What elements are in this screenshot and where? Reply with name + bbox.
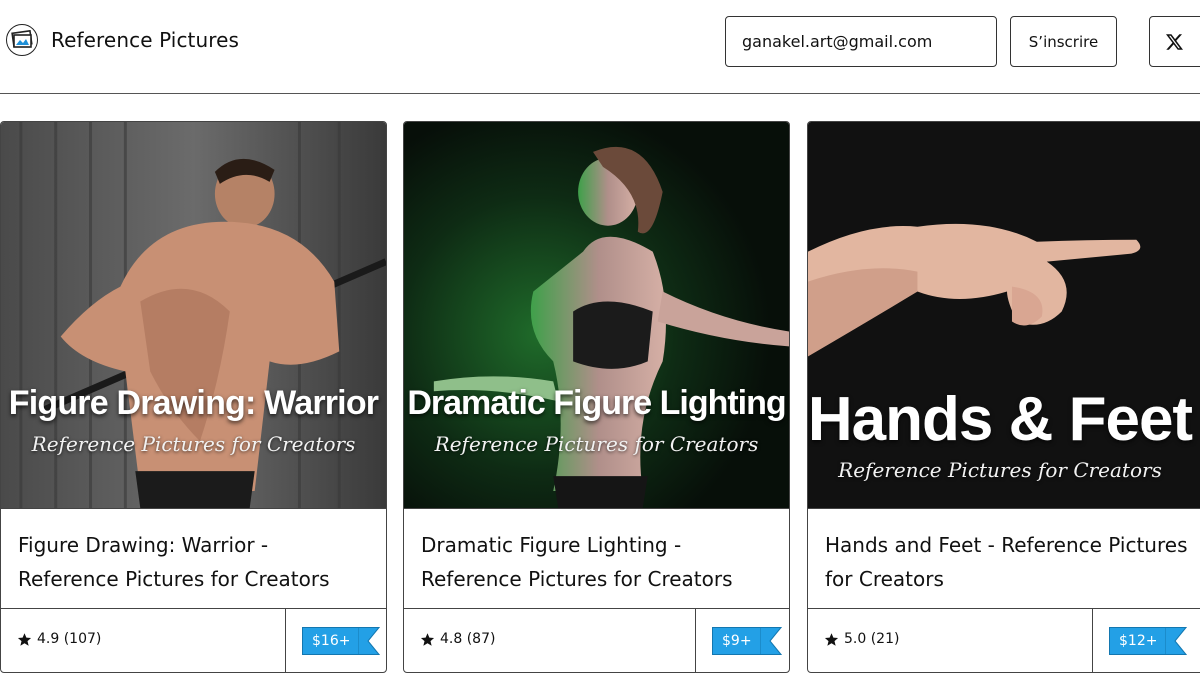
site-title: Reference Pictures xyxy=(51,28,240,52)
photo-frame-logo-icon xyxy=(6,24,38,56)
cover-subtitle: Reference Pictures for Creators xyxy=(31,432,356,456)
star-icon xyxy=(824,632,839,646)
product-name[interactable]: Hands and Feet - Reference Pictures for … xyxy=(825,528,1194,596)
rating-value: 5.0 xyxy=(844,631,867,647)
subscribe-button[interactable]: S’inscrire xyxy=(1010,16,1117,67)
card-footer: 4.8 (87) $9+ xyxy=(404,608,789,672)
price-value: $12+ xyxy=(1109,627,1166,655)
product-cover-image[interactable]: Dramatic Figure Lighting Reference Pictu… xyxy=(404,122,789,509)
review-count: (87) xyxy=(466,631,496,647)
brand[interactable]: Reference Pictures xyxy=(6,24,239,56)
site-header: Reference Pictures S’inscrire xyxy=(0,0,1200,94)
product-cover-image[interactable]: Hands & Feet Reference Pictures for Crea… xyxy=(808,122,1200,509)
ribbon-icon xyxy=(1165,627,1188,655)
price-cell: $16+ xyxy=(285,609,386,672)
product-name[interactable]: Figure Drawing: Warrior - Reference Pict… xyxy=(18,528,374,596)
price-tag[interactable]: $9+ xyxy=(712,626,782,656)
rating: 4.8 (87) xyxy=(420,631,495,647)
price-cell: $12+ xyxy=(1092,609,1200,672)
card-footer: 4.9 (107) $16+ xyxy=(1,608,386,672)
review-count: (107) xyxy=(63,631,102,647)
product-name[interactable]: Dramatic Figure Lighting - Reference Pic… xyxy=(421,528,777,596)
review-count: (21) xyxy=(870,631,900,647)
email-field[interactable] xyxy=(725,16,997,67)
product-card[interactable]: Figure Drawing: Warrior Reference Pictur… xyxy=(0,121,387,673)
price-cell: $9+ xyxy=(695,609,789,672)
product-card[interactable]: Dramatic Figure Lighting Reference Pictu… xyxy=(403,121,790,673)
product-cover-image[interactable]: Figure Drawing: Warrior Reference Pictur… xyxy=(1,122,386,509)
rating-value: 4.8 xyxy=(440,631,463,647)
ribbon-icon xyxy=(759,627,782,655)
product-card[interactable]: Hands & Feet Reference Pictures for Crea… xyxy=(807,121,1200,673)
x-logo-icon xyxy=(1166,33,1183,50)
price-tag[interactable]: $12+ xyxy=(1109,626,1188,656)
rating: 5.0 (21) xyxy=(824,631,899,647)
card-footer: 5.0 (21) $12+ xyxy=(808,608,1200,672)
price-value: $9+ xyxy=(712,627,760,655)
cover-title: Dramatic Figure Lighting xyxy=(407,384,786,422)
star-icon xyxy=(420,632,435,646)
cover-subtitle: Reference Pictures for Creators xyxy=(434,432,759,456)
rating: 4.9 (107) xyxy=(17,631,101,647)
ribbon-icon xyxy=(358,627,381,655)
price-tag[interactable]: $16+ xyxy=(302,626,381,656)
cover-title: Hands & Feet xyxy=(808,385,1193,454)
x-share-button[interactable] xyxy=(1149,16,1200,67)
star-icon xyxy=(17,632,32,646)
cover-subtitle: Reference Pictures for Creators xyxy=(838,458,1162,482)
rating-value: 4.9 xyxy=(37,631,60,647)
price-value: $16+ xyxy=(302,627,359,655)
cover-title: Figure Drawing: Warrior xyxy=(8,384,379,422)
